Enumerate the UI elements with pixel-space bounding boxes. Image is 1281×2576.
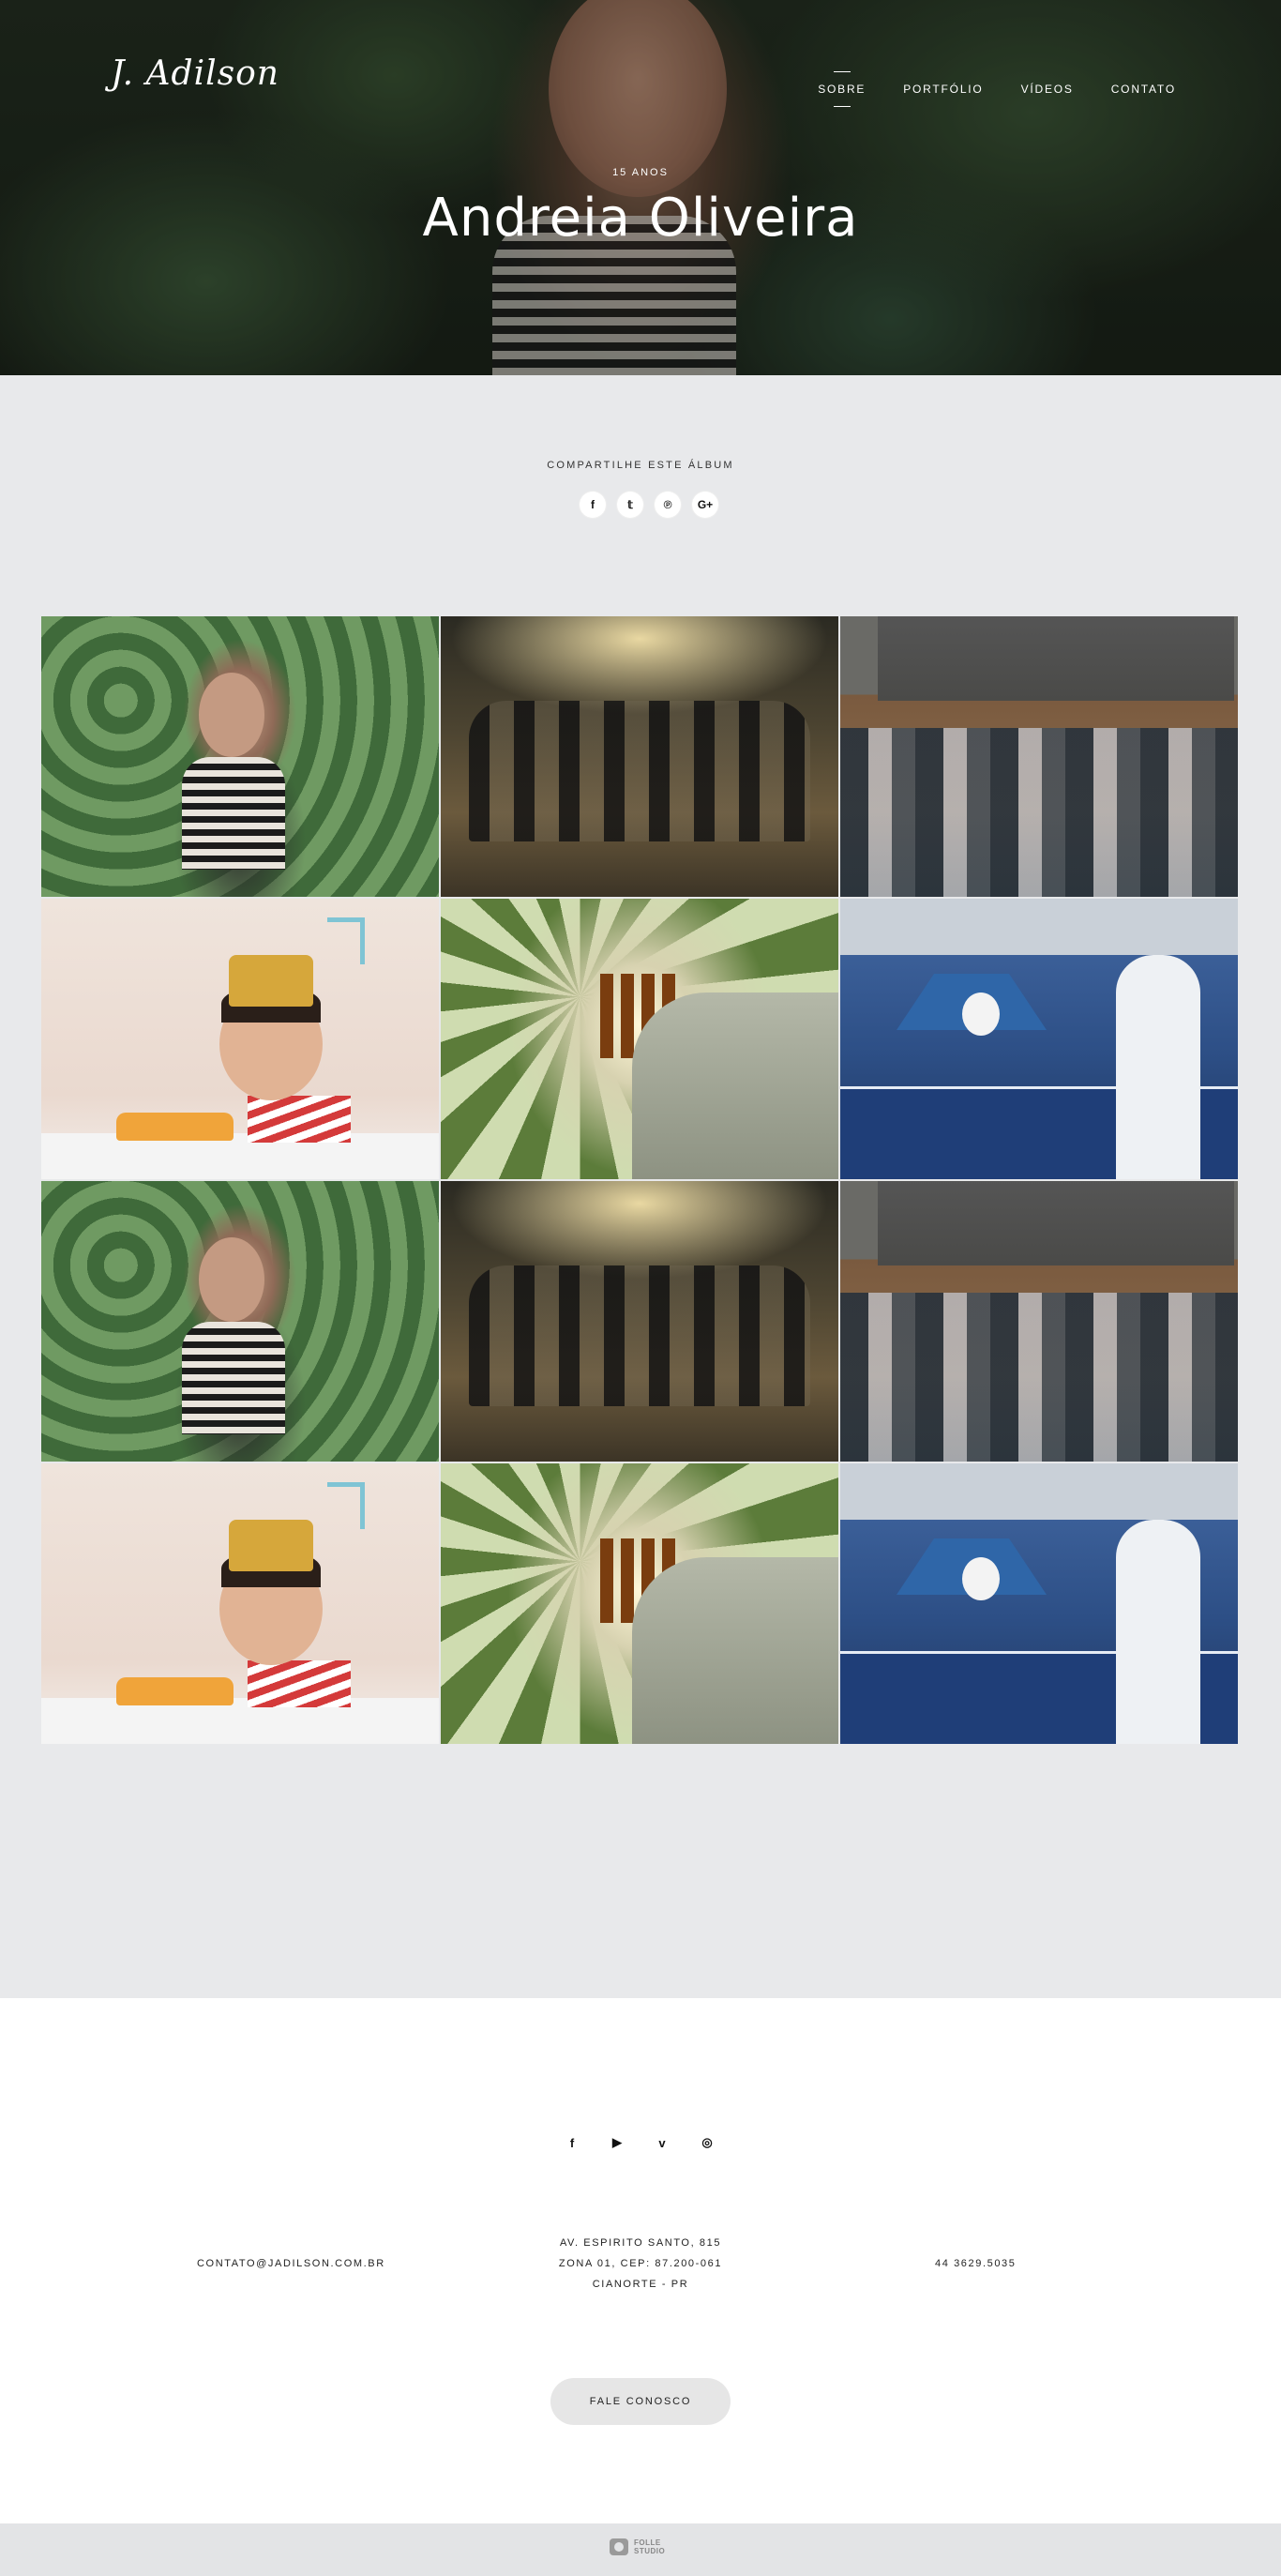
studio-name-line-1: FOLLE	[634, 2538, 661, 2547]
facebook-icon[interactable]: f	[563, 2133, 581, 2152]
twitter-icon[interactable]: 𝕥	[617, 492, 643, 518]
photo-detail	[248, 1096, 351, 1143]
photo-detail	[199, 673, 264, 757]
gallery-photo-ping-pong-party[interactable]	[840, 1463, 1238, 1744]
photo-gallery	[41, 616, 1240, 1744]
photo-detail	[327, 1482, 365, 1529]
photo-detail	[1116, 1520, 1200, 1744]
gallery-photo-church-wedding[interactable]	[840, 1181, 1238, 1462]
nav-portfolio[interactable]: PORTFÓLIO	[903, 83, 983, 96]
main-nav: SOBRE PORTFÓLIO VÍDEOS CONTATO	[818, 83, 1176, 96]
gallery-photo-ping-pong-party[interactable]	[840, 899, 1238, 1179]
share-icons: f 𝕥 ℗ G+	[580, 492, 718, 518]
instagram-icon[interactable]: ◎	[698, 2133, 716, 2152]
photo-detail	[182, 757, 285, 870]
vimeo-icon[interactable]: v	[653, 2133, 671, 2152]
photo-detail	[878, 616, 1234, 701]
photo-detail	[1116, 955, 1200, 1179]
address-line-3: CIANORTE - PR	[592, 2279, 689, 2290]
nav-contato[interactable]: CONTATO	[1111, 83, 1176, 96]
gallery-photo-plants[interactable]	[41, 1181, 439, 1462]
gallery-photo-plants[interactable]	[41, 616, 439, 897]
contact-phone[interactable]: 44 3629.5035	[935, 2253, 1017, 2274]
address-line-1: AV. ESPIRITO SANTO, 815	[559, 2237, 722, 2249]
photo-detail	[469, 701, 810, 841]
photo-detail	[962, 993, 1000, 1036]
share-label: COMPARTILHE ESTE ÁLBUM	[547, 460, 734, 471]
hero-banner: J. Adilson SOBRE PORTFÓLIO VÍDEOS CONTAT…	[0, 0, 1281, 375]
contact-address: AV. ESPIRITO SANTO, 815 ZONA 01, CEP: 87…	[0, 2233, 1281, 2295]
site-footer: f ▶ v ◎ CONTATO@JADILSON.COM.BR AV. ESPI…	[0, 1998, 1281, 2523]
photo-detail	[199, 1237, 264, 1322]
contact-us-button[interactable]: FALE CONOSCO	[550, 2378, 731, 2425]
photo-detail	[41, 1698, 439, 1744]
pinterest-icon[interactable]: ℗	[655, 492, 681, 518]
photo-detail	[878, 1181, 1234, 1265]
studio-credit[interactable]: FOLLE STUDIO	[610, 2538, 665, 2555]
photo-detail	[229, 1520, 313, 1571]
photo-detail	[469, 1265, 810, 1406]
gallery-photo-palm-toast[interactable]	[441, 1463, 838, 1744]
album-title: Andreia Oliveira	[422, 188, 859, 249]
facebook-icon[interactable]: f	[580, 492, 606, 518]
nav-videos[interactable]: VÍDEOS	[1021, 83, 1074, 96]
gallery-photo-palm-toast[interactable]	[441, 899, 838, 1179]
photo-detail	[248, 1660, 351, 1707]
photo-detail	[632, 993, 838, 1179]
album-subtitle: 15 ANOS	[612, 167, 669, 178]
studio-name: FOLLE STUDIO	[634, 2538, 665, 2555]
photo-detail	[632, 1557, 838, 1744]
photo-detail	[229, 955, 313, 1007]
bottom-bar: FOLLE STUDIO	[0, 2523, 1281, 2576]
photo-detail	[327, 917, 365, 964]
photo-detail	[182, 1322, 285, 1434]
gallery-photo-baby-cake[interactable]	[41, 1463, 439, 1744]
gallery-photo-baby-cake[interactable]	[41, 899, 439, 1179]
photo-detail	[41, 1133, 439, 1179]
photo-detail	[116, 1113, 234, 1141]
photo-detail	[840, 728, 1238, 897]
nav-sobre[interactable]: SOBRE	[818, 83, 866, 96]
gallery-photo-tent-party[interactable]	[441, 616, 838, 897]
address-line-2: ZONA 01, CEP: 87.200-061	[558, 2258, 723, 2269]
photo-detail	[840, 1293, 1238, 1462]
photo-detail	[116, 1677, 234, 1705]
google-plus-icon[interactable]: G+	[692, 492, 718, 518]
gallery-photo-tent-party[interactable]	[441, 1181, 838, 1462]
site-logo[interactable]: J. Adilson	[111, 54, 279, 93]
gallery-photo-church-wedding[interactable]	[840, 616, 1238, 897]
social-links: f ▶ v ◎	[563, 2133, 716, 2152]
photo-detail	[962, 1557, 1000, 1600]
youtube-icon[interactable]: ▶	[608, 2133, 626, 2152]
studio-name-line-2: STUDIO	[634, 2547, 666, 2555]
camera-icon	[610, 2538, 628, 2555]
